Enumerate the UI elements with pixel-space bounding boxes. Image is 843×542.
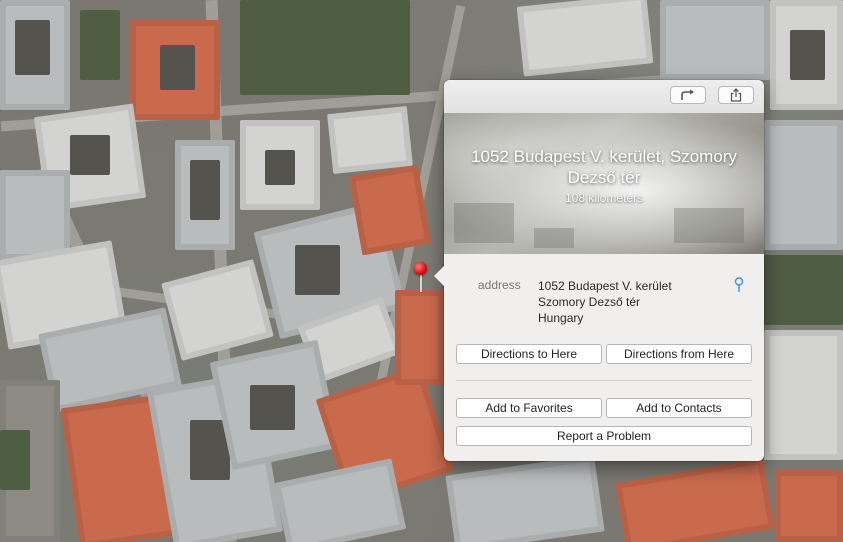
address-line-3: Hungary [538, 311, 584, 325]
add-to-contacts-button[interactable]: Add to Contacts [606, 398, 752, 418]
building [660, 0, 770, 80]
place-popover: 1052 Budapest V. kerület, Szomory Dezső … [434, 80, 764, 461]
courtyard [160, 45, 195, 90]
address-text: 1052 Budapest V. kerület Szomory Dezső t… [538, 278, 672, 326]
share-button[interactable] [718, 86, 754, 104]
header-building [674, 208, 744, 243]
place-distance: 108 kilometers [564, 191, 644, 205]
turn-arrow-icon [680, 89, 696, 101]
header-building [454, 203, 514, 243]
park [80, 10, 120, 80]
building [614, 457, 776, 542]
popover-toolbar [444, 80, 764, 113]
courtyard [190, 160, 220, 220]
add-to-favorites-button[interactable]: Add to Favorites [456, 398, 602, 418]
building [327, 105, 413, 175]
divider [456, 380, 752, 381]
place-title: 1052 Budapest V. kerület, Szomory Dezső … [471, 147, 737, 187]
courtyard [295, 245, 340, 295]
pin-stem [420, 273, 422, 292]
park [240, 0, 410, 95]
building [348, 164, 432, 256]
directions-to-here-button[interactable]: Directions to Here [456, 344, 602, 364]
building [273, 458, 407, 542]
courtyard [250, 385, 295, 430]
building [161, 259, 274, 361]
park [0, 430, 30, 490]
building [0, 170, 70, 260]
address-line-1: 1052 Budapest V. kerület [538, 279, 672, 293]
park [764, 255, 843, 325]
place-header-image: 1052 Budapest V. kerület, Szomory Dezső … [444, 113, 764, 254]
header-building [534, 228, 574, 248]
courtyard [790, 30, 825, 80]
share-icon [730, 88, 742, 102]
popover-arrow [434, 266, 444, 286]
building [775, 470, 843, 542]
directions-button[interactable] [670, 86, 706, 104]
red-location-pin-icon[interactable] [414, 262, 427, 275]
building [764, 120, 843, 250]
report-problem-button[interactable]: Report a Problem [456, 426, 752, 446]
courtyard [15, 20, 50, 75]
building [764, 330, 843, 460]
courtyard [70, 135, 110, 175]
building [516, 0, 654, 77]
building [445, 454, 605, 542]
address-line-2: Szomory Dezső tér [538, 295, 641, 309]
map-pin-icon[interactable] [733, 277, 745, 293]
courtyard [265, 150, 295, 185]
building [395, 290, 444, 385]
directions-from-here-button[interactable]: Directions from Here [606, 344, 752, 364]
address-label: address [478, 278, 521, 292]
